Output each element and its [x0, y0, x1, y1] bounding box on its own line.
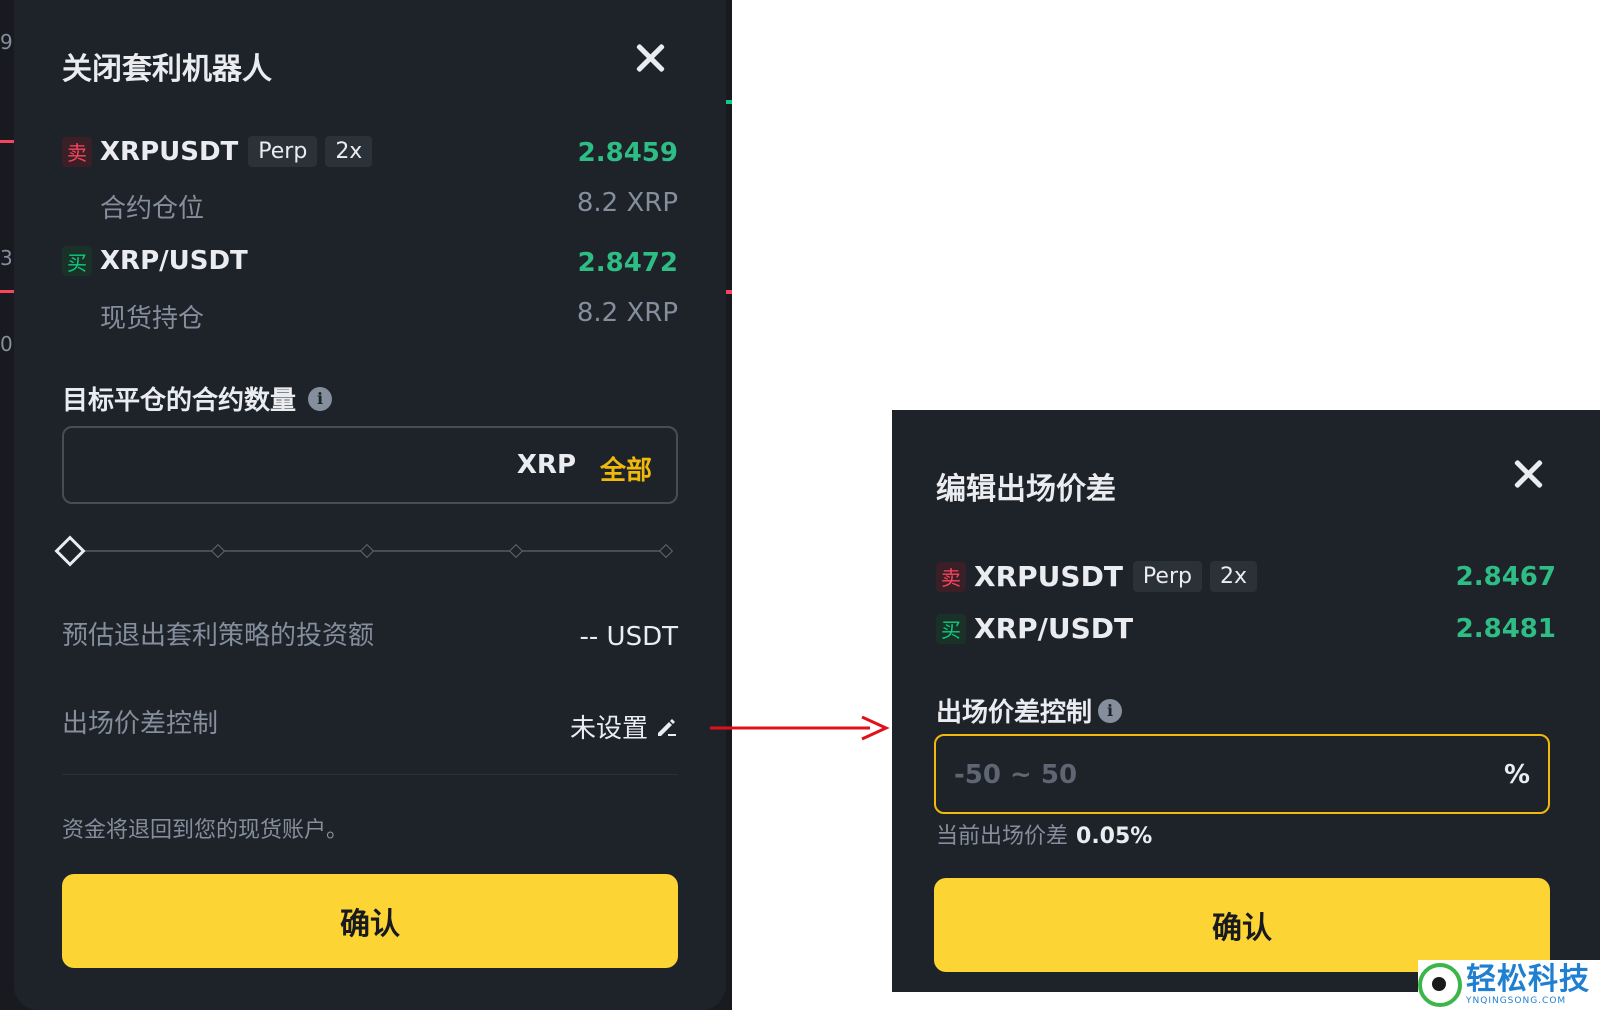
amount-label: 目标平仓的合约数量 i: [62, 380, 333, 417]
amount-label-text: 目标平仓的合约数量: [62, 386, 297, 416]
refund-note: 资金将退回到您的现货账户。: [62, 818, 349, 843]
exit-spread-input[interactable]: -50 ~ 50 %: [934, 734, 1550, 814]
perp-price: 2.8467: [1455, 562, 1556, 592]
perp-price: 2.8459: [577, 138, 678, 168]
logo-mark-icon: [1418, 963, 1462, 1007]
max-amount-button[interactable]: 全部: [600, 450, 652, 487]
percent-unit: %: [1503, 760, 1530, 790]
perp-symbol: XRPUSDT: [100, 136, 239, 167]
confirm-button[interactable]: 确认: [62, 874, 678, 968]
estimate-label: 预估退出套利策略的投资额: [62, 621, 375, 651]
divider: [62, 774, 678, 775]
chart-tick-label: 9: [0, 30, 13, 54]
close-arbitrage-bot-dialog: 关闭套利机器人 卖 XRPUSDT Perp 2x 2.8459 合约仓位 8.…: [14, 0, 726, 1010]
slider-step-node[interactable]: [658, 543, 674, 559]
info-icon[interactable]: i: [308, 386, 333, 411]
buy-side-badge: 买: [62, 246, 92, 276]
slider-step-node[interactable]: [508, 543, 524, 559]
perp-position-label: 合约仓位: [100, 194, 205, 224]
slider-handle[interactable]: [54, 535, 86, 567]
dialog-title: 编辑出场价差: [936, 472, 1116, 507]
estimate-value: -- USDT: [579, 622, 678, 652]
logo-text: 轻松科技 YNQINGSONG.COM: [1466, 962, 1590, 1007]
confirm-button[interactable]: 确认: [934, 878, 1550, 972]
perp-pair-row: 卖 XRPUSDT Perp 2x: [62, 136, 380, 167]
perp-tag: Perp: [1132, 561, 1202, 592]
edit-exit-spread-dialog: 编辑出场价差 卖 XRPUSDT Perp 2x 2.8467 买 XRP/US…: [892, 410, 1600, 992]
spot-symbol: XRP/USDT: [974, 612, 1134, 645]
amount-input[interactable]: XRP 全部: [62, 426, 678, 504]
close-icon[interactable]: [1510, 456, 1546, 492]
spread-control-value: 未设置: [569, 714, 648, 744]
spread-control-label: 出场价差控制 i: [936, 692, 1123, 729]
exit-spread-placeholder: -50 ~ 50: [954, 760, 1078, 790]
leverage-tag: 2x: [325, 136, 373, 167]
watermark-logo: 轻松科技 YNQINGSONG.COM: [1418, 960, 1600, 1010]
red-arrow-icon: [710, 716, 890, 741]
spot-symbol: XRP/USDT: [100, 246, 248, 276]
info-icon[interactable]: i: [1098, 698, 1123, 723]
perp-pair-row: 卖 XRPUSDT Perp 2x: [936, 560, 1265, 593]
current-spread-value: 0.05%: [1076, 824, 1153, 849]
close-icon[interactable]: [632, 40, 668, 76]
perp-symbol: XRPUSDT: [974, 560, 1123, 593]
spot-holding-label: 现货持仓: [100, 304, 205, 334]
spread-control-label-text: 出场价差控制: [936, 698, 1093, 728]
logo-cn-text: 轻松科技: [1466, 962, 1590, 997]
logo-en-text: YNQINGSONG.COM: [1466, 996, 1567, 1006]
perp-tag: Perp: [248, 136, 318, 167]
spot-pair-row: 买 XRP/USDT: [62, 246, 258, 276]
current-spread-label: 当前出场价差: [936, 824, 1069, 849]
buy-side-badge: 买: [936, 613, 966, 644]
slider-step-node[interactable]: [359, 543, 375, 559]
perp-position-value: 8.2 XRP: [576, 188, 678, 218]
current-spread: 当前出场价差 0.05%: [936, 818, 1152, 850]
spread-control-edit[interactable]: 未设置: [570, 708, 678, 745]
sell-side-badge: 卖: [62, 136, 92, 167]
edit-pencil-icon[interactable]: [654, 715, 678, 739]
spot-price: 2.8472: [577, 248, 678, 278]
dialog-title: 关闭套利机器人: [62, 52, 272, 87]
spot-holding-value: 8.2 XRP: [576, 298, 678, 328]
sell-side-badge: 卖: [936, 561, 966, 592]
spot-pair-row: 买 XRP/USDT: [936, 612, 1143, 645]
slider-step-node[interactable]: [210, 543, 226, 559]
leverage-tag: 2x: [1209, 561, 1257, 592]
spot-price: 2.8481: [1455, 614, 1556, 644]
spread-control-label: 出场价差控制: [62, 709, 219, 739]
amount-unit: XRP: [516, 450, 576, 480]
